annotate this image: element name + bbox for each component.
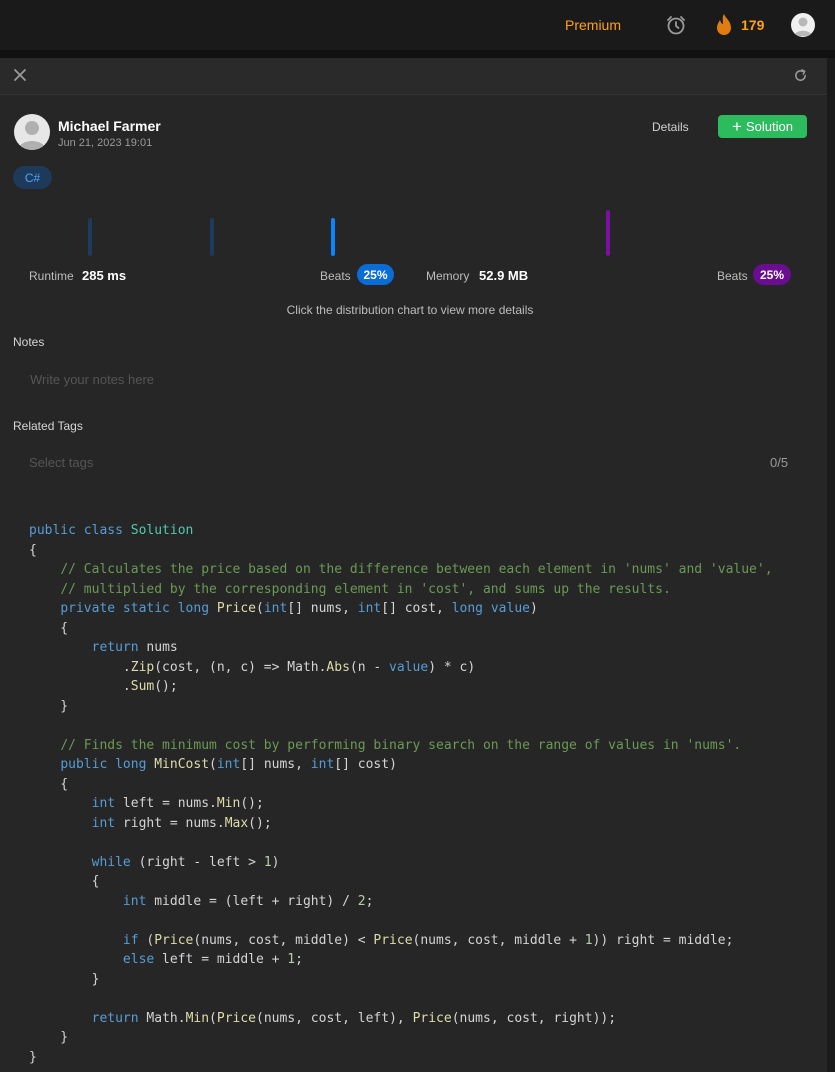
runtime-beats-badge: 25%	[357, 264, 394, 285]
memory-distribution-bar-current[interactable]	[606, 210, 610, 256]
details-link[interactable]: Details	[652, 120, 689, 134]
runtime-distribution-bar-current[interactable]	[331, 218, 335, 256]
notes-label: Notes	[13, 335, 45, 349]
notes-input[interactable]: Write your notes here	[30, 372, 154, 387]
tags-select[interactable]: Select tags	[29, 455, 93, 470]
flame-icon[interactable]	[714, 13, 734, 37]
tags-count: 0/5	[770, 455, 789, 470]
user-silhouette-icon	[18, 121, 46, 150]
runtime-distribution-bar[interactable]	[210, 218, 214, 256]
runtime-value: 285 ms	[82, 268, 127, 283]
memory-value: 52.9 MB	[479, 268, 529, 283]
related-tags-label: Related Tags	[13, 419, 83, 433]
submission-date: Jun 21, 2023 19:01	[58, 137, 153, 149]
top-navbar: Premium 179	[0, 0, 835, 50]
close-icon[interactable]	[13, 68, 27, 82]
panel-header	[0, 58, 827, 95]
memory-beats-badge: 25%	[753, 264, 791, 285]
code-editor[interactable]: public class Solution { // Calculates th…	[29, 521, 773, 1067]
author-avatar[interactable]	[14, 114, 50, 150]
runtime-label: Runtime	[29, 269, 74, 283]
add-solution-button[interactable]: + Solution	[718, 115, 807, 138]
add-solution-label: Solution	[745, 119, 793, 134]
user-silhouette-icon	[794, 17, 812, 36]
runtime-distribution-bar[interactable]	[88, 218, 92, 256]
alarm-clock-icon[interactable]	[665, 14, 687, 36]
premium-link[interactable]: Premium	[565, 17, 621, 33]
author-name[interactable]: Michael Farmer	[58, 118, 161, 134]
memory-beats-label: Beats	[717, 269, 748, 283]
divider	[0, 50, 835, 58]
language-tag[interactable]: C#	[13, 166, 52, 189]
profile-avatar[interactable]	[791, 13, 815, 37]
refresh-icon[interactable]	[793, 68, 808, 83]
submission-panel: Michael Farmer Jun 21, 2023 19:01 Detail…	[0, 58, 827, 1072]
memory-label: Memory	[426, 269, 470, 283]
plus-icon: +	[732, 117, 742, 136]
runtime-beats-label: Beats	[320, 269, 351, 283]
streak-count[interactable]: 179	[741, 17, 764, 33]
distribution-hint: Click the distribution chart to view mor…	[286, 303, 534, 317]
